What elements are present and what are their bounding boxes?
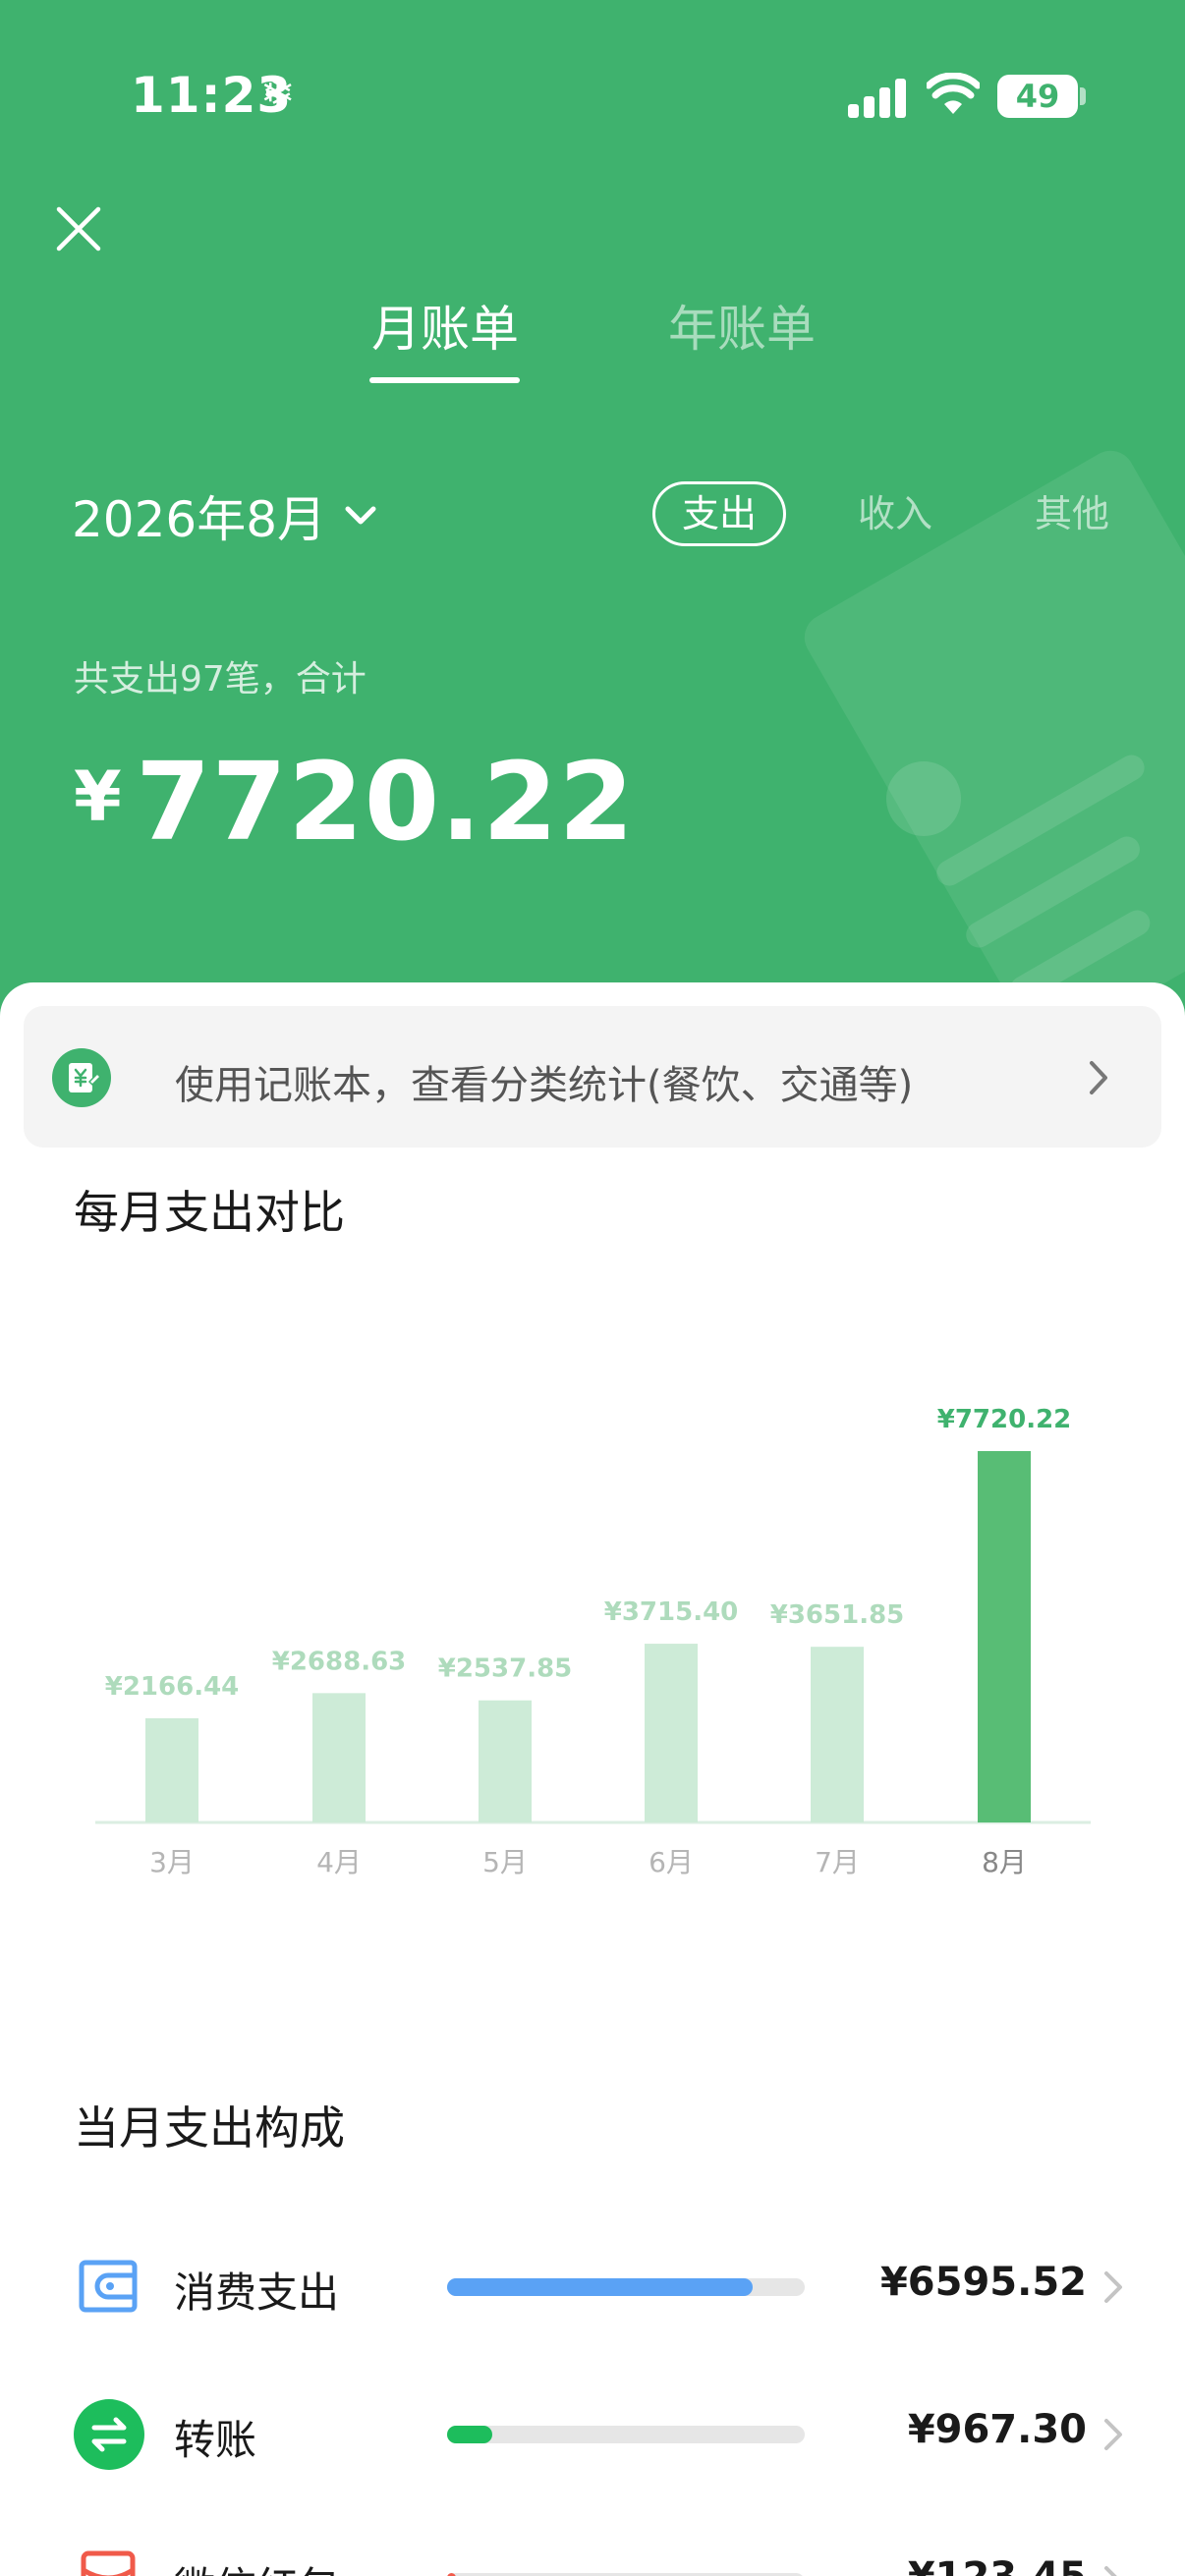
chevron-right-icon (1104, 2271, 1122, 2303)
chart-bar-5月[interactable] (479, 1700, 532, 1822)
breakdown-amount: ¥6595.52 (879, 2260, 1087, 2305)
breakdown-label: 微信红包 (174, 2554, 339, 2576)
chart-x-tick-label: 5月 (482, 1846, 528, 1878)
red-packet-icon (81, 2550, 136, 2576)
breakdown-progress-track (447, 2278, 805, 2296)
chart-x-tick-label: 6月 (649, 1846, 694, 1878)
breakdown-row-consumption[interactable]: 消费支出 ¥6595.52 (0, 2238, 1185, 2336)
wallet-icon (79, 2260, 138, 2313)
chart-value-label: ¥2537.85 (438, 1654, 573, 1684)
breakdown-row-red-packet[interactable]: 微信红包 ¥123.45 (0, 2533, 1185, 2576)
breakdown-amount: ¥123.45 (908, 2554, 1087, 2576)
chart-x-tick-label: 4月 (316, 1846, 362, 1878)
breakdown-amount: ¥967.30 (907, 2407, 1087, 2452)
chevron-right-icon (1104, 2419, 1122, 2450)
breakdown-label: 消费支出 (174, 2268, 340, 2317)
breakdown-progress-fill (447, 2426, 492, 2443)
chart-bar-3月[interactable] (145, 1717, 198, 1822)
chart-bar-6月[interactable] (645, 1644, 698, 1822)
chart-value-label: ¥2688.63 (272, 1647, 407, 1676)
chart-value-label: ¥2166.44 (105, 1672, 240, 1702)
chart-x-tick-label: 8月 (982, 1846, 1027, 1878)
chart-bar-4月[interactable] (312, 1693, 366, 1822)
chart-bar-8月[interactable] (978, 1451, 1031, 1822)
monthly-composition-title: 当月支出构成 (74, 2101, 345, 2155)
breakdown-row-transfer[interactable]: 转账 ¥967.30 (0, 2385, 1185, 2484)
chart-value-label: ¥3651.85 (770, 1600, 905, 1630)
chart-x-tick-label: 3月 (149, 1846, 195, 1878)
chart-value-label: ¥3715.40 (604, 1597, 739, 1627)
chart-value-label: ¥7720.22 (937, 1405, 1072, 1434)
transfer-icon (74, 2399, 144, 2470)
chevron-right-icon (1104, 2566, 1117, 2576)
chart-bar-7月[interactable] (811, 1647, 864, 1822)
breakdown-progress-fill (447, 2278, 753, 2296)
breakdown-progress-track (447, 2426, 805, 2443)
monthly-expense-bar-chart: ¥2166.44 3月 ¥2688.63 4月 ¥2537.85 5月 ¥3715.40 6月… (95, 1405, 1091, 1878)
breakdown-label: 转账 (174, 2416, 257, 2464)
chart-x-tick-label: 7月 (815, 1846, 860, 1878)
